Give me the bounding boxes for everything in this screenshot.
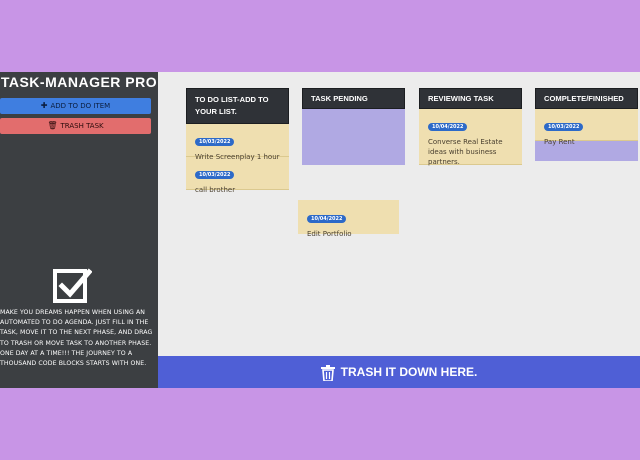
column-review[interactable]: REVIEWING TASK 10/04/2022 Converse Real … <box>419 88 522 166</box>
trash-task-button[interactable]: 🗑 TRASH TASK <box>0 118 151 134</box>
trash-drop-zone[interactable]: TRASH IT DOWN HERE. <box>158 356 640 388</box>
task-text: Edit Portfolio <box>307 230 352 238</box>
column-todo[interactable]: TO DO LIST-ADD TO YOUR LIST. 10/03/2022 … <box>186 88 289 194</box>
drop-zone-label: TRASH IT DOWN HERE. <box>340 365 478 379</box>
column-todo-header: TO DO LIST-ADD TO YOUR LIST. <box>186 88 289 124</box>
plus-icon: ✚ <box>40 101 48 110</box>
checkbox-check-icon <box>53 268 92 303</box>
due-date-badge: 10/03/2022 <box>195 138 235 146</box>
column-complete-header: COMPLETE/FINISHED <box>535 88 638 109</box>
task-card[interactable]: 10/03/2022 Pay Rent <box>535 109 638 146</box>
column-pending[interactable]: TASK PENDING <box>302 88 405 165</box>
column-pending-body[interactable] <box>302 109 405 165</box>
add-todo-button[interactable]: ✚ ADD TO DO ITEM <box>0 98 151 114</box>
task-card[interactable]: 10/03/2022 Write Screenplay 1 hour <box>186 124 289 161</box>
task-text: call brother <box>195 186 236 194</box>
column-pending-header: TASK PENDING <box>302 88 405 109</box>
column-review-body[interactable]: 10/04/2022 Converse Real Estate ideas wi… <box>419 109 522 166</box>
app-title: TASK-MANAGER PRO <box>0 74 158 90</box>
due-date-badge: 10/03/2022 <box>544 123 584 131</box>
column-todo-body[interactable]: 10/03/2022 Write Screenplay 1 hour 10/03… <box>186 124 289 194</box>
column-review-header: REVIEWING TASK <box>419 88 522 109</box>
due-date-badge: 10/04/2022 <box>428 123 468 131</box>
column-complete[interactable]: COMPLETE/FINISHED 10/03/2022 Pay Rent <box>535 88 638 161</box>
task-manager-app: TASK-MANAGER PRO ✚ ADD TO DO ITEM 🗑 TRASH … <box>0 72 640 388</box>
due-date-badge: 10/03/2022 <box>195 171 235 179</box>
task-card[interactable]: 10/04/2022 Converse Real Estate ideas wi… <box>419 109 522 166</box>
sidebar: TASK-MANAGER PRO ✚ ADD TO DO ITEM 🗑 TRASH … <box>0 72 158 388</box>
task-text: Converse Real Estate ideas with business… <box>428 138 503 166</box>
due-date-badge: 10/04/2022 <box>307 215 347 223</box>
trash-task-label: TRASH TASK <box>60 122 104 130</box>
trash-icon <box>320 364 335 381</box>
dragging-task-card[interactable]: 10/04/2022 Edit Portfolio <box>298 200 399 238</box>
app-description: MAKE YOU DREAMS HAPPEN WHEN USING AN AUT… <box>0 309 153 368</box>
add-todo-label: ADD TO DO ITEM <box>50 102 111 110</box>
trash-icon: 🗑 <box>47 121 58 130</box>
